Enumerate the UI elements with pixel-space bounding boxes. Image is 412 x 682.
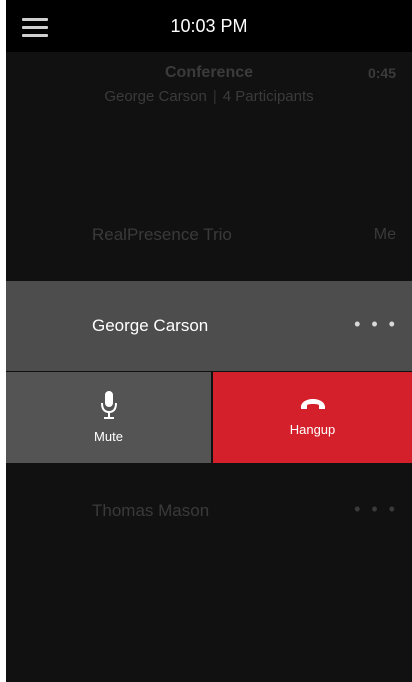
separator: | <box>212 88 217 105</box>
phone-screen: 10:03 PM Conference 0:45 George Carson | 4… <box>6 0 412 682</box>
me-label: Me <box>373 226 396 243</box>
hangup-label: Hangup <box>289 422 336 437</box>
microphone-icon <box>100 391 117 419</box>
hangup-button[interactable]: Hangup <box>213 372 412 463</box>
participant-name: Thomas Mason <box>92 501 210 520</box>
participant-row-self[interactable]: RealPresence Trio Me <box>6 190 412 280</box>
participant-row-selected[interactable]: George Carson • • • <box>6 281 412 371</box>
call-timer: 0:45 <box>367 65 396 81</box>
phone-hangup-icon <box>300 399 325 409</box>
participant-name: RealPresence Trio <box>92 225 232 244</box>
participant-actions: Mute Hangup <box>6 372 412 463</box>
mute-label: Mute <box>94 429 123 444</box>
status-time: 10:03 PM <box>170 16 248 36</box>
mute-button[interactable]: Mute <box>6 372 211 463</box>
participant-row[interactable]: Thomas Mason • • • <box>6 466 412 556</box>
conference-title: Conference <box>164 64 254 81</box>
more-options-icon[interactable]: • • • <box>354 466 398 552</box>
participant-count: 4 Participants <box>222 88 314 105</box>
participant-name: George Carson <box>92 316 209 335</box>
more-options-icon[interactable]: • • • <box>354 281 398 367</box>
conference-host: George Carson <box>104 88 207 105</box>
status-bar: 10:03 PM <box>6 0 412 52</box>
conference-subtitle: George Carson | 4 Participants <box>6 88 412 105</box>
